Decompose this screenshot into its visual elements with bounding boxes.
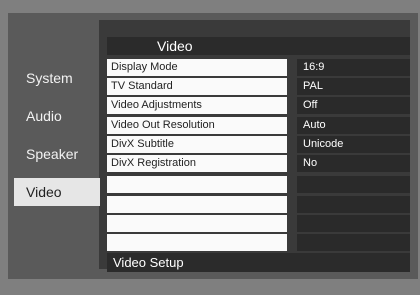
setting-label: Video Out Resolution xyxy=(107,117,287,134)
footer-status: Video Setup xyxy=(107,253,410,272)
setting-value[interactable]: Unicode xyxy=(297,136,410,153)
sidebar-item-audio[interactable]: Audio xyxy=(14,102,99,130)
setting-value xyxy=(297,234,410,251)
setting-label: Video Adjustments xyxy=(107,97,287,114)
setting-value xyxy=(297,176,410,193)
setting-row-empty xyxy=(107,234,410,251)
setting-row-empty xyxy=(107,215,410,232)
setting-row-empty xyxy=(107,176,410,193)
setting-label: TV Standard xyxy=(107,78,287,95)
setting-label xyxy=(107,234,287,251)
setting-label xyxy=(107,196,287,213)
setting-row-video-adjustments[interactable]: Video Adjustments Off xyxy=(107,97,410,114)
page-title: Video xyxy=(107,37,410,55)
setting-label xyxy=(107,176,287,193)
setting-value[interactable]: 16:9 xyxy=(297,59,410,76)
setting-row-video-out-resolution[interactable]: Video Out Resolution Auto xyxy=(107,117,410,134)
setting-row-divx-registration[interactable]: DivX Registration No xyxy=(107,155,410,172)
setting-value[interactable]: PAL xyxy=(297,78,410,95)
page-title-text: Video xyxy=(157,38,193,54)
sidebar-item-system[interactable]: System xyxy=(14,64,99,92)
setting-value xyxy=(297,215,410,232)
sidebar-item-video[interactable]: Video xyxy=(14,178,100,206)
setting-row-tv-standard[interactable]: TV Standard PAL xyxy=(107,78,410,95)
setting-value[interactable]: Auto xyxy=(297,117,410,134)
setting-value[interactable]: No xyxy=(297,155,410,172)
setting-label xyxy=(107,215,287,232)
setting-value xyxy=(297,196,410,213)
setting-row-divx-subtitle[interactable]: DivX Subtitle Unicode xyxy=(107,136,410,153)
setting-label: DivX Subtitle xyxy=(107,136,287,153)
setting-row-display-mode[interactable]: Display Mode 16:9 xyxy=(107,59,410,76)
sidebar-item-speaker[interactable]: Speaker xyxy=(14,140,99,168)
setting-label: DivX Registration xyxy=(107,155,287,172)
setting-row-empty xyxy=(107,196,410,213)
setting-value[interactable]: Off xyxy=(297,97,410,114)
setting-label: Display Mode xyxy=(107,59,287,76)
